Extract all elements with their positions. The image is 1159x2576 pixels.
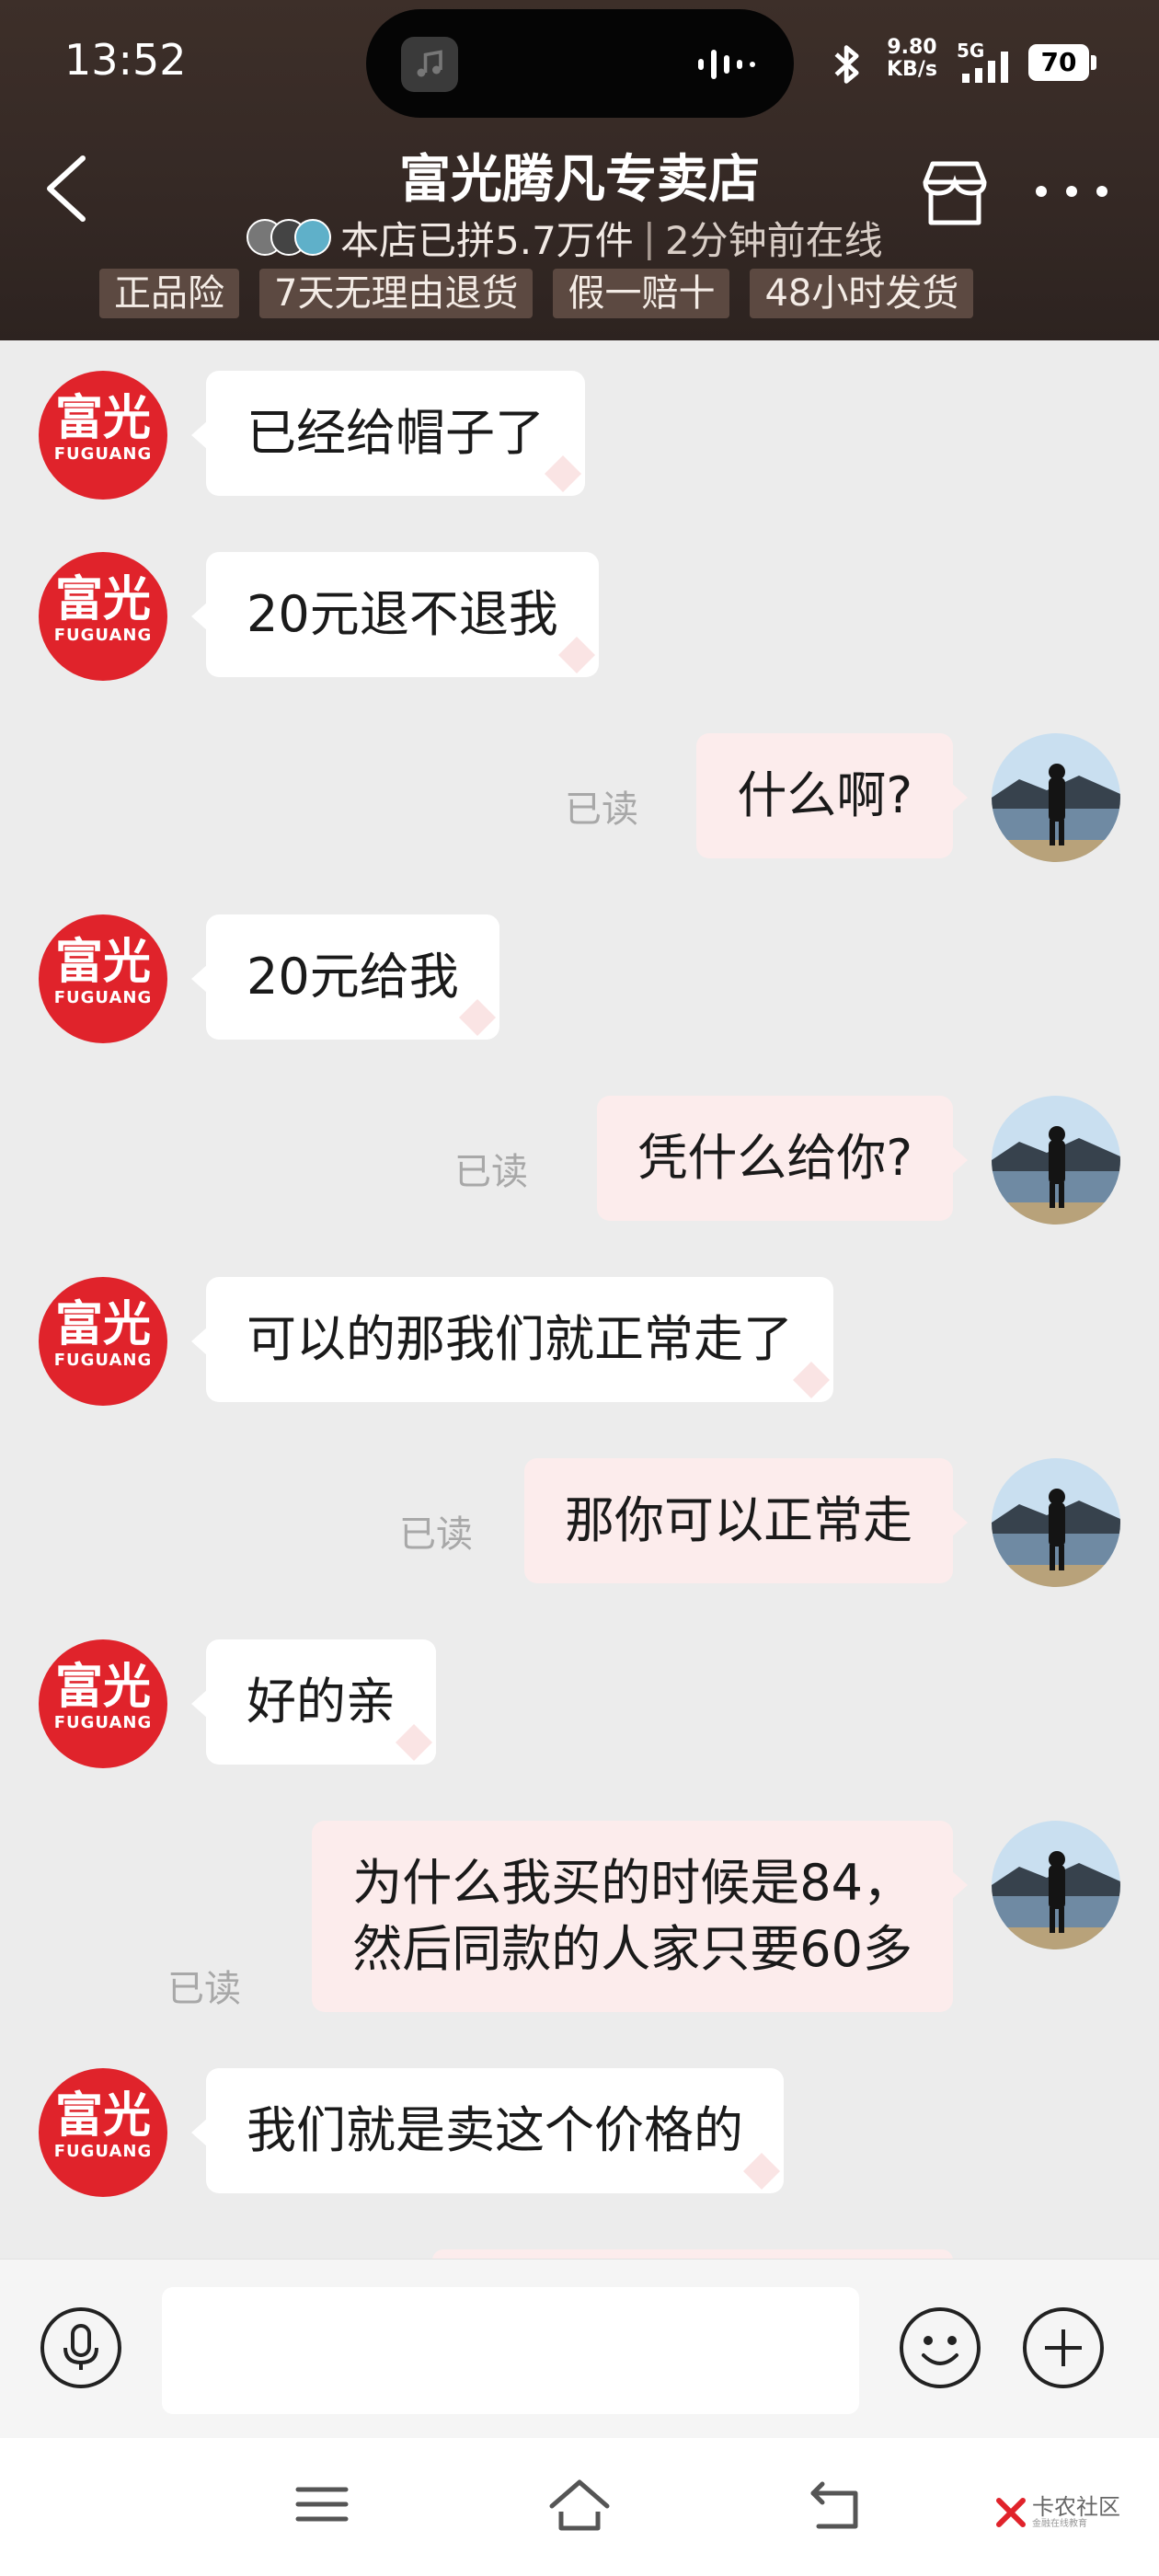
partial-message-bubble: [432, 2249, 953, 2259]
pin-watermark-icon: [743, 2153, 780, 2190]
watermark-logo: 卡农社区 金融在线教育: [995, 2495, 1120, 2530]
music-note-icon: [401, 37, 458, 92]
chat-header: 13:52 9.80 KB/s 5G 70 富光腾凡专卖店 本店已拼5.7万件 …: [0, 0, 1159, 340]
system-nav-bar: 卡农社区 金融在线教育: [0, 2438, 1159, 2576]
pin-watermark-icon: [396, 1724, 432, 1761]
user-avatar[interactable]: [992, 1458, 1120, 1587]
watermark-name: 卡农社区: [1032, 2494, 1120, 2520]
message-bubble[interactable]: 20元给我: [191, 914, 499, 1040]
user-avatar[interactable]: [992, 733, 1120, 862]
microphone-icon[interactable]: [39, 2306, 123, 2390]
service-badge[interactable]: 48小时发货: [750, 269, 974, 318]
sold-count: 本店已拼5.7万件: [340, 217, 634, 263]
user-avatar[interactable]: [992, 1821, 1120, 1949]
message-text: 20元给我: [247, 948, 459, 1006]
audio-wave-icon: [698, 50, 755, 79]
shop-avatar[interactable]: 富光 FUGUANG: [39, 552, 167, 681]
service-badge[interactable]: 假一赔十: [553, 269, 730, 318]
read-status: 已读: [454, 1151, 528, 1193]
user-avatar[interactable]: [992, 1096, 1120, 1225]
message-text: 已经给帽子了: [247, 404, 545, 462]
signal-icon: 5G: [957, 40, 1008, 83]
bluetooth-icon: [834, 45, 859, 84]
message-bubble[interactable]: 那你可以正常走: [524, 1458, 968, 1583]
message-bubble[interactable]: 什么啊?: [696, 733, 968, 858]
message-text: 什么啊?: [737, 766, 912, 824]
home-icon[interactable]: [546, 2475, 613, 2536]
battery-tip: [1091, 55, 1096, 70]
buyer-avatars: [247, 219, 331, 256]
buyer-avatar: [294, 219, 331, 256]
online-status: 2分钟前在线: [664, 217, 883, 263]
dynamic-island[interactable]: [366, 9, 794, 118]
message-text: 为什么我买的时候是84，: [352, 1854, 912, 1912]
menu-icon[interactable]: [294, 2477, 350, 2532]
message-text: 我们就是卖这个价格的: [247, 2101, 743, 2159]
status-time: 13:52: [64, 35, 187, 85]
message-bubble[interactable]: 凭什么给你?: [597, 1096, 968, 1221]
more-icon[interactable]: [1030, 173, 1113, 210]
battery-level: 70: [1028, 44, 1089, 81]
message-text: 可以的那我们就正常走了: [247, 1310, 793, 1368]
shop-avatar[interactable]: 富光 FUGUANG: [39, 371, 167, 500]
shop-avatar[interactable]: 富光 FUGUANG: [39, 1639, 167, 1768]
store-info: 本店已拼5.7万件 | 2分钟前在线: [247, 210, 883, 265]
shop-avatar[interactable]: 富光 FUGUANG: [39, 914, 167, 1043]
pin-watermark-icon: [458, 999, 496, 1036]
pin-watermark-icon: [557, 637, 595, 673]
shop-avatar[interactable]: 富光 FUGUANG: [39, 2068, 167, 2197]
read-status: 已读: [565, 788, 638, 831]
service-badges: 正品险 7天无理由退货 假一赔十 48小时发货: [99, 269, 974, 318]
network-type-label: 5G: [957, 40, 984, 62]
store-icon[interactable]: [916, 155, 993, 232]
message-input[interactable]: [162, 2287, 859, 2414]
read-status: 已读: [167, 1968, 241, 2010]
message-bubble[interactable]: 已经给帽子了: [191, 371, 585, 496]
message-bubble[interactable]: 20元退不退我: [191, 552, 599, 677]
read-status: 已读: [399, 1513, 473, 1556]
shop-avatar[interactable]: 富光 FUGUANG: [39, 1277, 167, 1406]
input-bar: [0, 2259, 1159, 2438]
plus-icon[interactable]: [1021, 2306, 1106, 2390]
message-text: 然后同款的人家只要60多: [352, 1920, 912, 1978]
pin-watermark-icon: [793, 1362, 830, 1398]
message-bubble[interactable]: 为什么我买的时候是84， 然后同款的人家只要60多: [312, 1821, 968, 2012]
message-text: 凭什么给你?: [637, 1129, 912, 1187]
watermark-tagline: 金融在线教育: [1032, 2519, 1087, 2529]
divider: |: [642, 214, 656, 260]
emoji-icon[interactable]: [898, 2306, 982, 2390]
message-text: 20元退不退我: [247, 585, 558, 643]
message-bubble[interactable]: 我们就是卖这个价格的: [191, 2068, 784, 2193]
status-icons: 9.80 KB/s 5G 70: [828, 35, 1131, 90]
service-badge[interactable]: 7天无理由退货: [259, 269, 534, 318]
kanong-logo-icon: [996, 2498, 1026, 2527]
pin-watermark-icon: [545, 455, 581, 492]
service-badge[interactable]: 正品险: [99, 269, 239, 318]
message-bubble[interactable]: 好的亲: [191, 1639, 436, 1765]
chat-area[interactable]: 富光 FUGUANG 已经给帽子了 富光 FUGUANG 20元退不退我 已读 什么…: [0, 340, 1159, 2259]
network-speed: 9.80 KB/s: [887, 36, 937, 81]
message-bubble[interactable]: 可以的那我们就正常走了: [191, 1277, 833, 1402]
message-text: 那你可以正常走: [565, 1491, 912, 1549]
back-nav-icon[interactable]: [806, 2475, 866, 2536]
message-text: 好的亲: [247, 1673, 396, 1731]
